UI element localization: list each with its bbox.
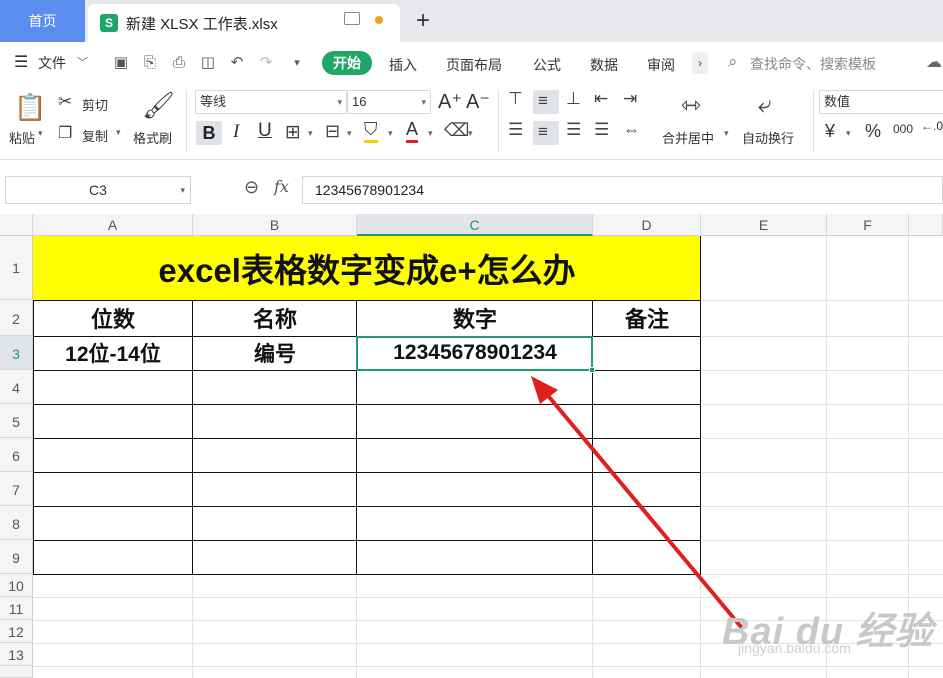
annotation-arrow bbox=[531, 376, 744, 630]
arrow-shaft bbox=[543, 390, 744, 630]
baidu-watermark-url: jingyan.baidu.com bbox=[738, 640, 851, 656]
